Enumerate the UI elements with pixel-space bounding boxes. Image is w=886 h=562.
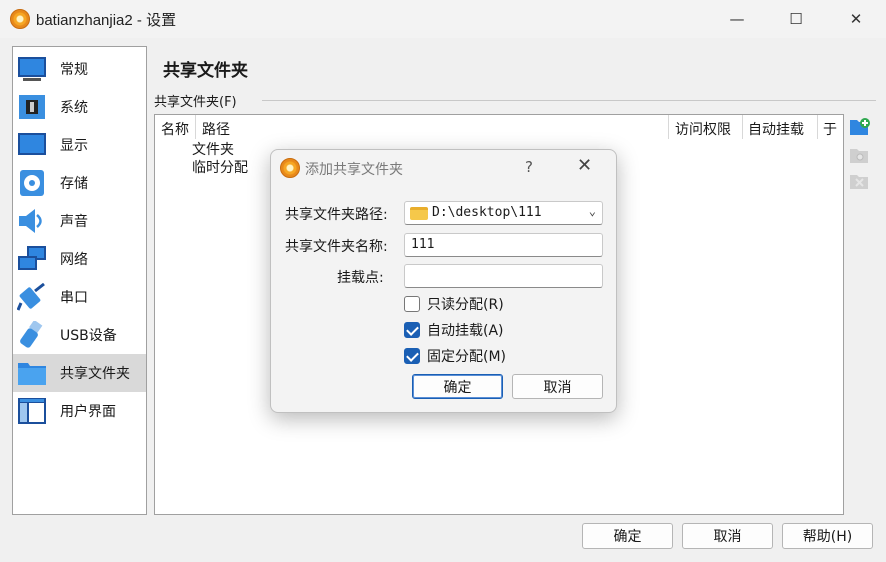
sidebar-item-label: 存储 — [60, 176, 88, 192]
remove-folder-icon[interactable] — [849, 169, 871, 191]
sidebar-item-audio[interactable]: 声音 — [13, 202, 146, 240]
display-icon — [18, 133, 46, 155]
permanent-checkbox[interactable] — [404, 348, 420, 364]
sidebar-item-usb[interactable]: USB设备 — [13, 316, 146, 354]
tree-item-transient-folders[interactable]: 临时分配 — [192, 157, 248, 177]
sidebar-item-label: 系统 — [60, 100, 88, 116]
folder-name-input[interactable]: 111 — [404, 233, 603, 257]
sidebar-item-label: 共享文件夹 — [60, 366, 130, 382]
sidebar-item-label: 用户界面 — [60, 404, 116, 420]
sidebar-item-label: 显示 — [60, 138, 88, 154]
folder-icon — [410, 207, 428, 220]
sidebar-item-label: 常规 — [60, 62, 88, 78]
serial-port-icon — [17, 283, 45, 311]
sidebar-item-label: 网络 — [60, 252, 88, 268]
user-interface-icon — [18, 398, 46, 424]
readonly-label[interactable]: 只读分配(R) — [427, 294, 504, 314]
sidebar-item-shared-folders[interactable]: 共享文件夹 — [13, 354, 146, 392]
folder-name-label: 共享文件夹名称: — [285, 239, 388, 255]
speaker-icon — [19, 209, 42, 233]
tree-item-machine-folders[interactable]: 文件夹 — [192, 139, 234, 159]
column-separator — [195, 115, 196, 139]
edit-folder-icon[interactable] — [849, 143, 871, 165]
network-icon — [18, 246, 46, 270]
column-header-path[interactable]: 路径 — [202, 119, 230, 139]
dialog-close-button[interactable]: ✕ — [577, 155, 592, 176]
sidebar-item-label: 串口 — [60, 290, 88, 306]
dialog-help-button[interactable]: ? — [525, 158, 533, 176]
mount-point-input[interactable] — [404, 264, 603, 288]
sidebar-item-label: 声音 — [60, 214, 88, 230]
cancel-button[interactable]: 取消 — [682, 523, 773, 549]
group-divider — [262, 100, 876, 101]
chevron-down-icon[interactable]: ⌄ — [589, 204, 596, 218]
minimize-button[interactable]: — — [714, 0, 760, 38]
sidebar-item-system[interactable]: 系统 — [13, 88, 146, 126]
storage-icon — [20, 170, 44, 196]
column-separator — [742, 115, 743, 139]
virtualbox-app-icon — [280, 158, 300, 178]
sidebar-item-label: USB设备 — [60, 328, 117, 344]
sidebar-item-display[interactable]: 显示 — [13, 126, 146, 164]
folder-path-value: D:\desktop\111 — [432, 205, 542, 220]
folder-path-label: 共享文件夹路径: — [285, 207, 388, 223]
column-header-at[interactable]: 于 — [823, 119, 837, 139]
column-header-access[interactable]: 访问权限 — [675, 119, 731, 139]
close-button[interactable]: ✕ — [833, 0, 879, 38]
title-bar: batianzhanjia2 - 设置 — ☐ ✕ — [0, 0, 886, 38]
add-shared-folder-dialog: 添加共享文件夹 ? ✕ 共享文件夹路径: D:\desktop\111 ⌄ 共享… — [270, 149, 617, 413]
chip-icon — [19, 95, 45, 119]
automount-checkbox[interactable] — [404, 322, 420, 338]
sidebar-item-serial-port[interactable]: 串口 — [13, 278, 146, 316]
monitor-icon — [18, 57, 46, 81]
sidebar-item-network[interactable]: 网络 — [13, 240, 146, 278]
column-header-name[interactable]: 名称 — [161, 119, 189, 139]
ok-button[interactable]: 确定 — [582, 523, 673, 549]
column-separator — [817, 115, 818, 139]
sidebar-item-general[interactable]: 常规 — [13, 50, 146, 88]
dialog-cancel-button[interactable]: 取消 — [512, 374, 603, 399]
sidebar-item-user-interface[interactable]: 用户界面 — [13, 392, 146, 430]
column-separator — [668, 115, 669, 139]
shared-folder-icon — [18, 363, 46, 385]
automount-label[interactable]: 自动挂载(A) — [427, 320, 504, 340]
maximize-button[interactable]: ☐ — [773, 0, 819, 38]
sidebar-item-storage[interactable]: 存储 — [13, 164, 146, 202]
settings-sidebar: 常规 系统 显示 存储 声音 网络 串口 USB设备 共享文件夹 用户界面 — [12, 46, 147, 515]
window-title: batianzhanjia2 - 设置 — [36, 12, 177, 29]
dialog-title: 添加共享文件夹 — [305, 162, 403, 178]
column-header-automount[interactable]: 自动挂载 — [748, 119, 804, 139]
mount-point-label: 挂载点: — [337, 270, 384, 286]
shared-folders-group-label: 共享文件夹(F) — [154, 95, 237, 110]
readonly-checkbox[interactable] — [404, 296, 420, 312]
usb-icon — [20, 321, 43, 348]
dialog-ok-button[interactable]: 确定 — [412, 374, 503, 399]
virtualbox-app-icon — [10, 9, 30, 29]
page-title: 共享文件夹 — [163, 61, 248, 81]
help-button[interactable]: 帮助(H) — [782, 523, 873, 549]
permanent-label[interactable]: 固定分配(M) — [427, 346, 506, 366]
folder-path-combobox[interactable]: D:\desktop\111 ⌄ — [404, 201, 603, 225]
add-folder-icon[interactable] — [849, 116, 871, 138]
